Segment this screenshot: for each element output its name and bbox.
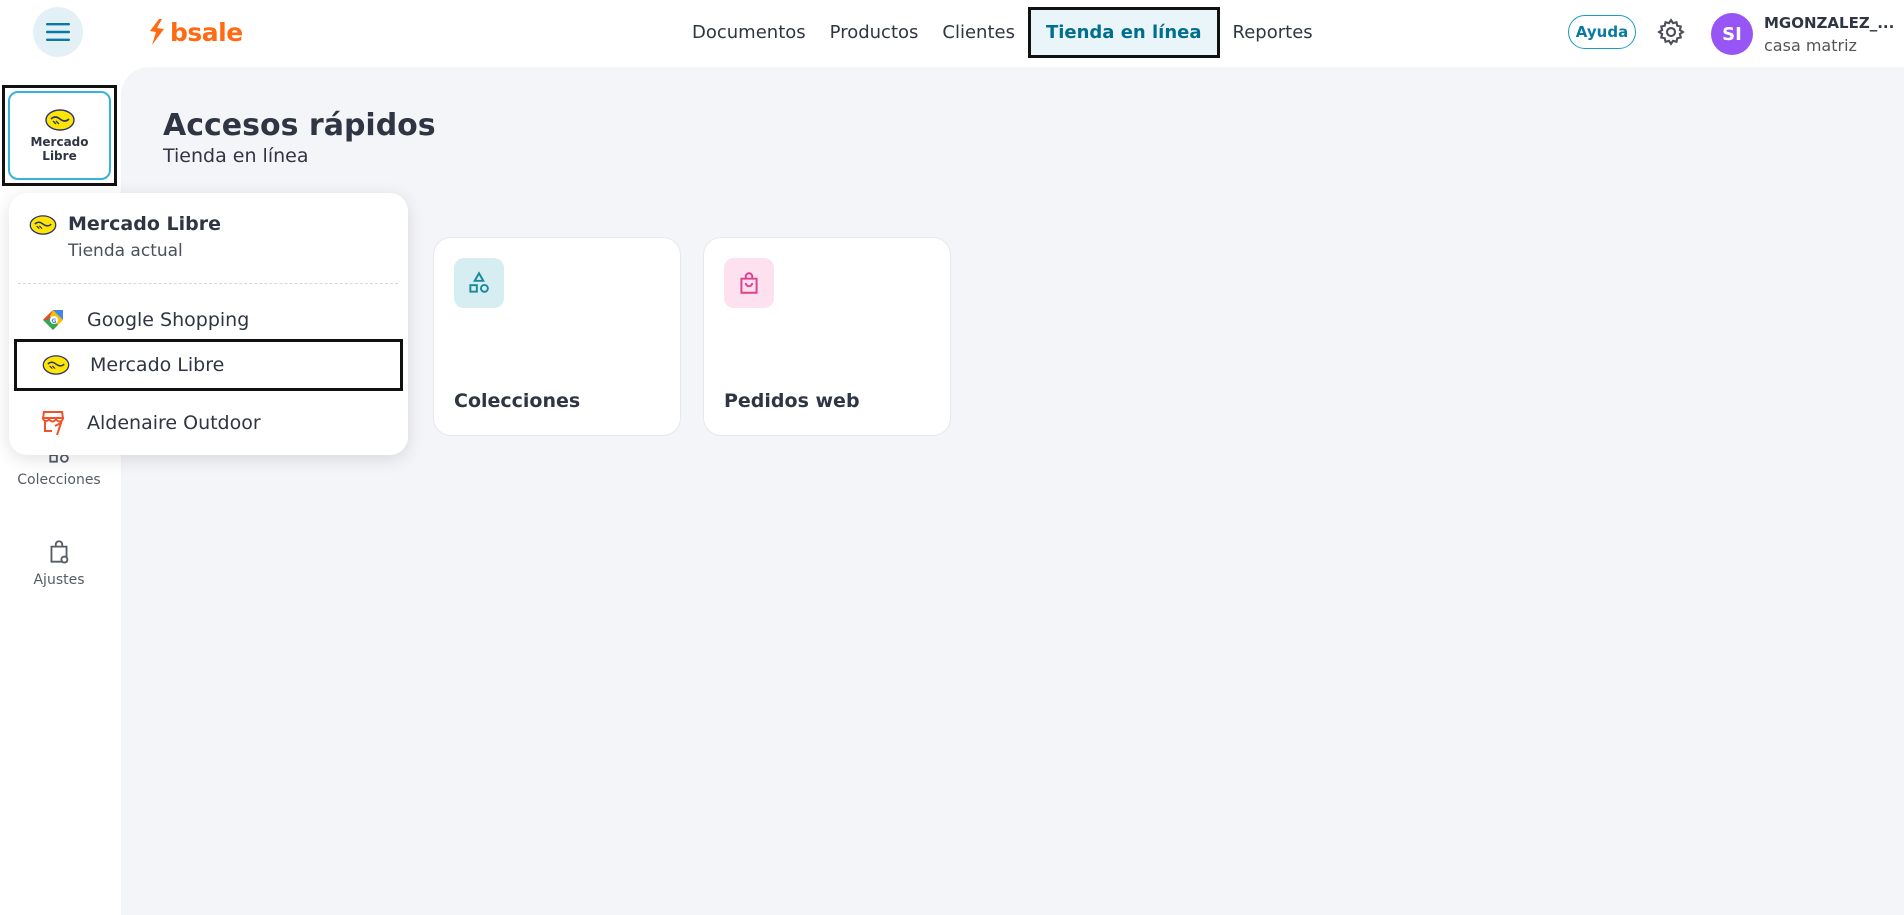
main-nav: Documentos Productos Clientes Tienda en … [680,0,1325,64]
store-switcher-button[interactable]: Mercado Libre [2,85,117,186]
quick-access-card-pedidos-web[interactable]: Pedidos web [703,237,951,436]
mercado-libre-icon [29,215,57,235]
mercado-libre-icon [41,350,71,380]
sidebar-item-label: Colecciones [17,472,101,488]
bsale-logo[interactable]: bsale [148,16,243,48]
store-option-aldenaire-outdoor[interactable]: Aldenaire Outdoor [14,397,403,449]
hamburger-icon [46,23,70,41]
menu-button[interactable] [33,7,83,57]
divider [18,283,398,284]
user-branch: casa matriz [1764,36,1857,55]
top-bar: bsale Documentos Productos Clientes Tien… [0,0,1904,66]
storefront-icon [38,408,68,438]
nav-tienda-en-linea[interactable]: Tienda en línea [1027,6,1220,58]
mercado-libre-icon [44,108,75,131]
sidebar-item-label: Ajustes [33,572,85,588]
sidebar-item-ajustes[interactable]: Ajustes [0,538,118,588]
nav-documentos[interactable]: Documentos [680,22,818,43]
store-option-label: Mercado Libre [90,354,225,376]
shapes-icon [469,271,489,293]
help-button[interactable]: Ayuda [1568,15,1636,49]
logo-text: bsale [170,17,243,47]
google-shopping-icon: G [38,305,68,335]
page-subtitle: Tienda en línea [163,145,309,167]
user-avatar[interactable]: SI [1711,13,1753,55]
current-store-subtitle: Tienda actual [68,241,183,261]
bolt-icon [150,19,164,45]
card-icon-box [724,258,774,308]
shopping-bag-icon [740,272,758,294]
nav-productos[interactable]: Productos [818,22,931,43]
user-name[interactable]: MGONZALEZ_... [1764,14,1894,32]
current-store-title: Mercado Libre [68,213,221,235]
svg-text:G: G [52,318,57,325]
card-label: Pedidos web [724,390,860,412]
nav-reportes[interactable]: Reportes [1221,22,1325,43]
settings-button[interactable] [1656,17,1686,47]
bag-settings-icon [50,540,69,564]
card-label: Colecciones [454,390,581,412]
page-title: Accesos rápidos [163,108,436,143]
gear-icon [1657,18,1685,46]
store-option-mercado-libre[interactable]: Mercado Libre [14,339,403,391]
store-switcher-label: Mercado Libre [30,134,89,163]
quick-access-card-colecciones[interactable]: Colecciones [433,237,681,436]
nav-clientes[interactable]: Clientes [930,22,1027,43]
card-icon-box [454,258,504,308]
store-dropdown: Mercado Libre Tienda actual G Google Sho… [9,193,408,455]
store-switcher-card: Mercado Libre [8,91,111,180]
store-option-label: Aldenaire Outdoor [87,412,261,434]
store-option-label: Google Shopping [87,309,250,331]
